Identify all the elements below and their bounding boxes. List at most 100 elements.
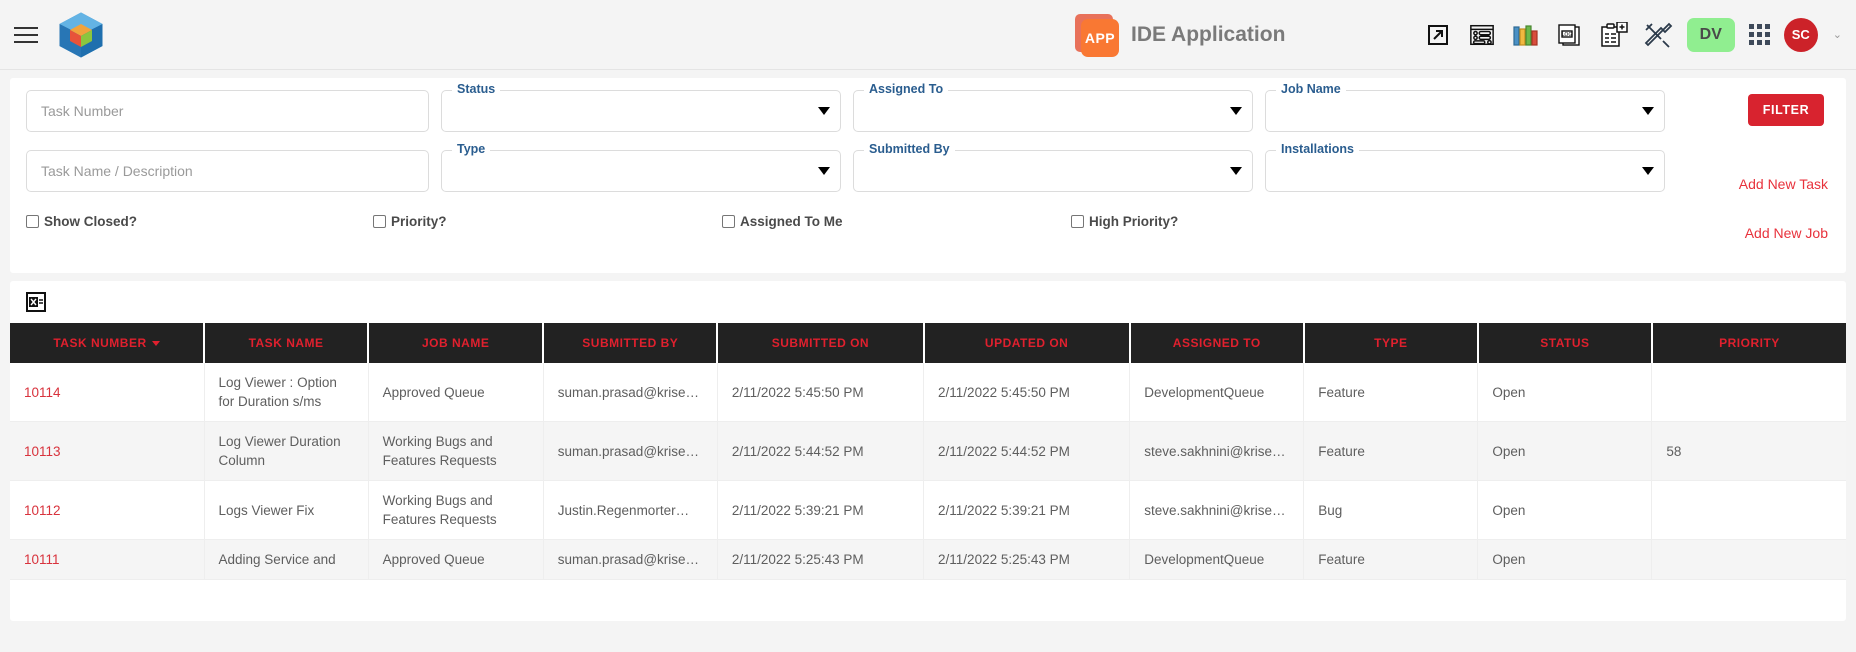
task-name-input[interactable] <box>26 150 429 192</box>
cell-submitted-by: Justin.Regenmorter… <box>543 480 718 540</box>
cell-submitted-on: 2/11/2022 5:44:52 PM <box>717 421 925 481</box>
apps-grid-icon[interactable] <box>1748 24 1770 45</box>
cell-job-name: Working Bugs and Features Requests <box>368 421 544 481</box>
high-priority-checkbox[interactable]: High Priority? <box>1071 214 1178 229</box>
status-label: Status <box>452 82 501 97</box>
table-row[interactable]: 10112 Logs Viewer Fix Working Bugs and F… <box>10 480 1846 540</box>
log-file-icon[interactable]: LOG <box>1555 20 1585 50</box>
chevron-down-icon[interactable]: ⌄ <box>1833 28 1842 41</box>
installations-label: Installations <box>1276 142 1359 157</box>
status-field-wrap: Status <box>435 82 847 132</box>
type-field-wrap: Type <box>435 142 847 192</box>
cell-updated-on: 2/11/2022 5:44:52 PM <box>923 421 1131 481</box>
chevron-down-icon[interactable] <box>818 107 830 115</box>
cell-task-name: Adding Service and <box>204 539 369 580</box>
environment-badge[interactable]: DV <box>1686 17 1735 52</box>
cell-status: Open <box>1477 363 1653 422</box>
cell-submitted-on: 2/11/2022 5:25:43 PM <box>717 539 925 580</box>
cell-priority <box>1651 539 1846 580</box>
cell-type: Feature <box>1303 539 1479 580</box>
header-icon-bar: LOG DV SC ⌄ <box>1423 17 1842 52</box>
cell-submitted-on: 2/11/2022 5:39:21 PM <box>717 480 925 540</box>
cell-submitted-by: suman.prasad@krise… <box>543 421 718 481</box>
cell-priority: 58 <box>1651 421 1846 481</box>
sort-desc-icon[interactable] <box>151 341 160 347</box>
table-toolbar <box>10 281 1846 323</box>
filter-checkboxes-row: Show Closed? Priority? Assigned To Me Hi… <box>20 214 1836 229</box>
chevron-down-icon[interactable] <box>1642 107 1654 115</box>
task-number-link[interactable]: 10114 <box>24 385 61 400</box>
excel-export-icon[interactable] <box>26 292 46 312</box>
app-badge-text: APP <box>1081 18 1119 57</box>
show-closed-label: Show Closed? <box>44 214 138 229</box>
priority-label: Priority? <box>391 214 447 229</box>
books-library-icon[interactable] <box>1511 20 1541 50</box>
table-row[interactable]: 10111 Adding Service and Approved Queue … <box>10 539 1846 580</box>
table-row[interactable]: 10114 Log Viewer : Option for Duration s… <box>10 363 1846 422</box>
add-new-task-link[interactable]: Add New Task <box>1739 176 1828 192</box>
svg-text:LOG: LOG <box>1562 32 1573 38</box>
add-clipboard-icon[interactable] <box>1599 20 1629 50</box>
column-header-submitted-on[interactable]: SUBMITTED ON <box>717 323 925 363</box>
cell-updated-on: 2/11/2022 5:45:50 PM <box>923 363 1131 422</box>
show-closed-checkbox[interactable]: Show Closed? <box>26 214 373 229</box>
column-header-updated-on[interactable]: UPDATED ON <box>923 323 1131 363</box>
column-header-task-name[interactable]: TASK NAME <box>204 323 370 363</box>
submitted-by-field-wrap: Submitted By <box>847 142 1259 192</box>
cell-submitted-by: suman.prasad@krise… <box>543 539 718 580</box>
task-number-link[interactable]: 10113 <box>24 444 61 459</box>
task-number-field-wrap <box>20 90 435 132</box>
avatar[interactable]: SC <box>1783 17 1818 52</box>
cell-type: Bug <box>1303 480 1479 540</box>
cell-type: Feature <box>1303 421 1479 481</box>
task-number-link[interactable]: 10112 <box>24 503 61 518</box>
table-row[interactable]: 10113 Log Viewer Duration Column Working… <box>10 421 1846 481</box>
page-title: IDE Application <box>1131 22 1286 46</box>
chevron-down-icon[interactable] <box>818 167 830 175</box>
priority-checkbox[interactable]: Priority? <box>373 214 722 229</box>
cell-assigned-to: DevelopmentQueue <box>1129 363 1305 422</box>
filter-button[interactable]: FILTER <box>1748 94 1824 126</box>
chevron-down-icon[interactable] <box>1230 107 1242 115</box>
status-select[interactable] <box>441 90 841 132</box>
task-number-input[interactable] <box>26 90 429 132</box>
type-select[interactable] <box>441 150 841 192</box>
add-new-job-link[interactable]: Add New Job <box>1745 225 1828 241</box>
task-name-field-wrap <box>20 150 435 192</box>
task-number-link[interactable]: 10111 <box>24 552 60 567</box>
assigned-to-me-checkbox[interactable]: Assigned To Me <box>722 214 1071 229</box>
cube-logo-icon[interactable] <box>56 10 106 60</box>
checkbox-box[interactable] <box>1071 215 1084 228</box>
checkbox-box[interactable] <box>373 215 386 228</box>
cell-status: Open <box>1477 480 1653 540</box>
cell-task-number: 10111 <box>10 539 205 580</box>
column-header-type[interactable]: TYPE <box>1303 323 1479 363</box>
column-header-submitted-by[interactable]: SUBMITTED BY <box>543 323 719 363</box>
checkbox-box[interactable] <box>722 215 735 228</box>
filter-panel: Status Assigned To Job Name <box>10 78 1846 273</box>
column-header-status[interactable]: STATUS <box>1477 323 1653 363</box>
filter-row-1: Status Assigned To Job Name <box>20 82 1836 132</box>
column-header-priority[interactable]: PRIORITY <box>1651 323 1846 363</box>
column-header-assigned-to[interactable]: ASSIGNED TO <box>1129 323 1305 363</box>
cell-updated-on: 2/11/2022 5:39:21 PM <box>923 480 1131 540</box>
checkbox-box[interactable] <box>26 215 39 228</box>
cell-submitted-on: 2/11/2022 5:45:50 PM <box>717 363 925 422</box>
external-link-icon[interactable] <box>1423 20 1453 50</box>
cell-task-number: 10114 <box>10 363 205 422</box>
column-header-job-name[interactable]: JOB NAME <box>368 323 545 363</box>
cell-priority <box>1651 480 1846 540</box>
chevron-down-icon[interactable] <box>1642 167 1654 175</box>
cell-type: Feature <box>1303 363 1479 422</box>
assigned-to-label: Assigned To <box>864 82 949 97</box>
cell-status: Open <box>1477 421 1653 481</box>
cell-task-number: 10112 <box>10 480 205 540</box>
chevron-down-icon[interactable] <box>1230 167 1242 175</box>
tools-icon[interactable] <box>1643 20 1673 50</box>
app-logo: APP IDE Application <box>1075 13 1286 57</box>
column-header-task-number[interactable]: TASK NUMBER <box>10 323 206 363</box>
requests-list-icon[interactable] <box>1467 20 1497 50</box>
cell-job-name: Approved Queue <box>368 539 544 580</box>
tasks-table: TASK NUMBER TASK NAME JOB NAME SUBMITTED… <box>10 323 1846 580</box>
hamburger-menu-icon[interactable] <box>8 17 44 53</box>
